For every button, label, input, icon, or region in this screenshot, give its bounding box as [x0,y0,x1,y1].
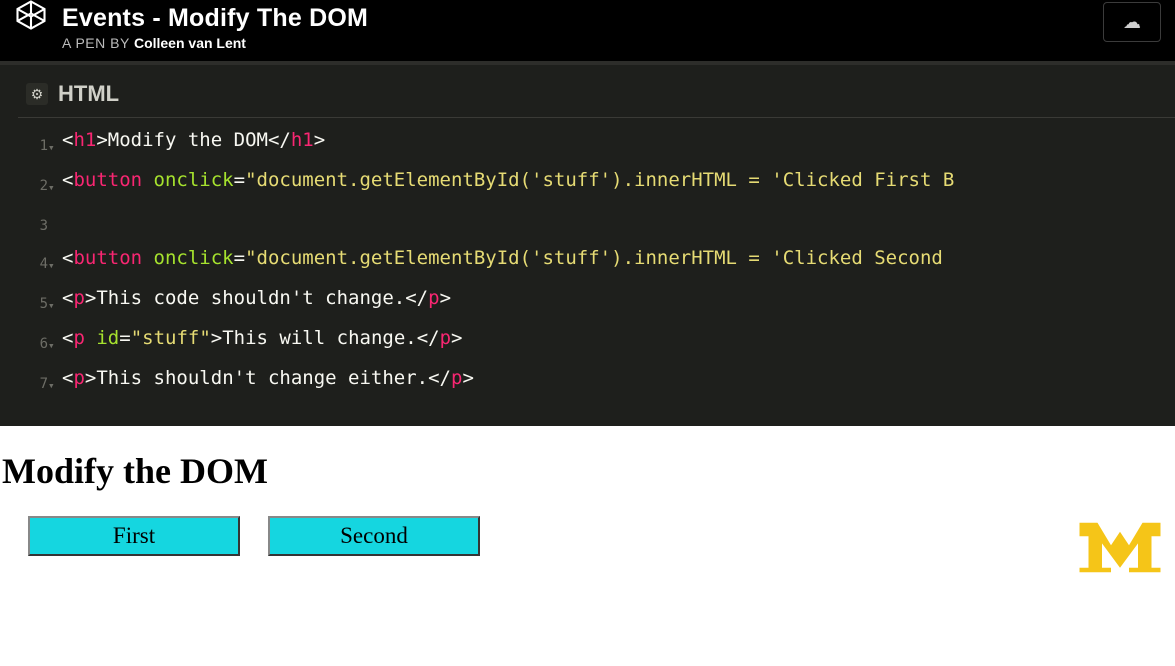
line-number: 2 [24,164,48,202]
line-number: 3 [24,204,48,242]
pen-author[interactable]: Colleen van Lent [134,35,246,51]
code-content[interactable]: <h1>Modify the DOM</h1> [62,124,325,156]
code-line[interactable]: 5▾<p>This code shouldn't change.</p> [24,282,1175,322]
code-content[interactable]: <p>This shouldn't change either.</p> [62,362,474,394]
codepen-header: Events - Modify The DOM A PEN BY Colleen… [0,0,1175,61]
first-button[interactable]: First [28,516,240,556]
second-button[interactable]: Second [268,516,480,556]
preview-button-row: First Second [0,516,1175,556]
code-editor[interactable]: 1▾<h1>Modify the DOM</h1>2▾<button oncli… [18,124,1175,402]
code-line[interactable]: 4▾<button onclick="document.getElementBy… [24,242,1175,282]
codepen-logo-icon [14,0,48,30]
fold-gutter-icon[interactable]: ▾ [48,124,62,164]
line-number: 7 [24,362,48,400]
line-number: 6 [24,322,48,360]
gear-icon: ⚙ [31,86,44,103]
code-content[interactable]: <button onclick="document.getElementById… [62,242,954,274]
fold-gutter-icon[interactable] [48,204,62,212]
michigan-logo-icon [1075,518,1165,576]
cloud-icon: ☁ [1123,12,1141,33]
logo-title-group: Events - Modify The DOM A PEN BY Colleen… [14,4,368,51]
preview-pane: Modify the DOM First Second [0,426,1175,580]
fold-gutter-icon[interactable]: ▾ [48,164,62,204]
editor-panel-header: ⚙ HTML [18,77,1175,118]
code-content[interactable]: <p id="stuff">This will change.</p> [62,322,463,354]
line-number: 1 [24,124,48,162]
fold-gutter-icon[interactable]: ▾ [48,322,62,362]
fold-gutter-icon[interactable]: ▾ [48,362,62,402]
title-block: Events - Modify The DOM A PEN BY Colleen… [62,4,368,51]
line-number: 5 [24,282,48,320]
save-to-cloud-button[interactable]: ☁ [1103,2,1161,42]
code-line[interactable]: 7▾<p>This shouldn't change either.</p> [24,362,1175,402]
fold-gutter-icon[interactable]: ▾ [48,282,62,322]
line-number: 4 [24,242,48,280]
code-line[interactable]: 3 [24,204,1175,242]
code-line[interactable]: 1▾<h1>Modify the DOM</h1> [24,124,1175,164]
preview-heading: Modify the DOM [0,450,1175,492]
pen-by-prefix: A PEN BY [62,35,134,51]
html-editor-panel: ⚙ HTML 1▾<h1>Modify the DOM</h1>2▾<butto… [0,61,1175,426]
fold-gutter-icon[interactable]: ▾ [48,242,62,282]
pen-byline: A PEN BY Colleen van Lent [62,35,368,51]
editor-settings-button[interactable]: ⚙ [26,83,48,105]
code-content[interactable]: <p>This code shouldn't change.</p> [62,282,451,314]
code-line[interactable]: 2▾<button onclick="document.getElementBy… [24,164,1175,204]
editor-language-label: HTML [58,81,119,107]
code-content[interactable]: <button onclick="document.getElementById… [62,164,954,196]
page-title: Events - Modify The DOM [62,4,368,33]
code-line[interactable]: 6▾<p id="stuff">This will change.</p> [24,322,1175,362]
